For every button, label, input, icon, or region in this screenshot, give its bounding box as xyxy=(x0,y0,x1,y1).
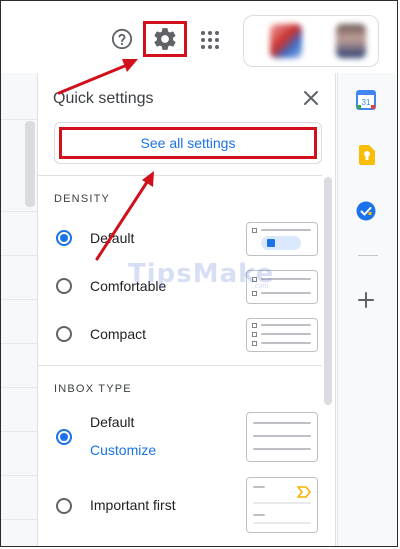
inbox-important-first-radio[interactable] xyxy=(56,498,72,514)
density-compact-label: Compact xyxy=(90,326,147,342)
inbox-background-strip xyxy=(1,73,37,546)
divider xyxy=(1,211,37,212)
scrollbar[interactable] xyxy=(25,121,35,207)
inbox-default-radio[interactable] xyxy=(56,429,72,445)
divider xyxy=(1,519,37,520)
thumb-line xyxy=(261,292,311,294)
avatar[interactable] xyxy=(336,24,366,58)
thumb-line xyxy=(253,435,311,437)
calendar-icon[interactable]: 31 xyxy=(356,90,376,110)
apps-grid-icon[interactable] xyxy=(200,30,220,50)
add-icon[interactable] xyxy=(357,291,375,309)
density-compact-thumbnail[interactable] xyxy=(246,318,318,352)
inbox-important-first-label: Important first xyxy=(90,497,176,513)
density-default-thumbnail[interactable] xyxy=(246,222,318,256)
divider xyxy=(1,255,37,256)
divider xyxy=(1,343,37,344)
see-all-settings-button[interactable]: See all settings xyxy=(59,127,317,159)
quick-settings-title: Quick settings xyxy=(53,90,154,107)
density-default-radio[interactable] xyxy=(56,230,72,246)
inbox-default-thumbnail[interactable] xyxy=(246,412,318,462)
inbox-important-first-thumbnail[interactable] xyxy=(246,477,318,533)
thumb-line xyxy=(253,448,311,450)
watermark-logo-suffix: .com xyxy=(253,283,269,290)
divider xyxy=(38,175,322,176)
density-comfortable-radio[interactable] xyxy=(56,278,72,294)
divider xyxy=(38,365,322,366)
inbox-type-section-label: INBOX TYPE xyxy=(54,383,132,395)
doc-icon xyxy=(267,239,275,247)
customize-link[interactable]: Customize xyxy=(90,442,156,458)
blurred-logo xyxy=(270,24,302,58)
account-card[interactable] xyxy=(243,15,379,67)
divider xyxy=(1,387,37,388)
thumb-line xyxy=(253,502,311,504)
thumb-line xyxy=(253,514,265,516)
top-bar xyxy=(1,1,397,73)
thumb-checkbox xyxy=(252,291,257,296)
side-panel: 31 xyxy=(337,73,397,546)
quick-settings-panel: Quick settings See all settings DENSITY … xyxy=(37,73,336,546)
thumb-line xyxy=(261,342,311,344)
screenshot-frame: Quick settings See all settings DENSITY … xyxy=(0,0,398,547)
thumb-attachment-chip xyxy=(261,236,301,250)
divider xyxy=(1,475,37,476)
settings-highlight-box xyxy=(143,21,187,57)
thumb-checkbox xyxy=(252,341,257,346)
thumb-line xyxy=(253,522,311,524)
tasks-icon[interactable] xyxy=(356,201,376,221)
density-default-label: Default xyxy=(90,230,135,246)
thumb-line xyxy=(253,422,311,424)
keep-icon[interactable] xyxy=(357,145,375,165)
thumb-line xyxy=(253,486,265,488)
inbox-default-label: Default xyxy=(90,414,135,430)
thumb-line xyxy=(261,324,311,326)
divider xyxy=(1,431,37,432)
thumb-checkbox xyxy=(252,332,257,337)
importance-marker-icon xyxy=(297,486,311,498)
help-circle-icon[interactable] xyxy=(111,28,133,50)
close-icon[interactable] xyxy=(302,89,320,107)
calendar-day-text: 31 xyxy=(362,98,371,107)
divider xyxy=(1,299,37,300)
thumb-line xyxy=(261,333,311,335)
density-compact-radio[interactable] xyxy=(56,326,72,342)
divider xyxy=(358,255,378,256)
thumb-checkbox xyxy=(252,323,257,328)
panel-scrollbar[interactable] xyxy=(324,177,332,405)
divider xyxy=(1,119,37,120)
thumb-checkbox xyxy=(252,228,257,233)
thumb-line xyxy=(261,229,311,231)
density-section-label: DENSITY xyxy=(54,193,111,205)
